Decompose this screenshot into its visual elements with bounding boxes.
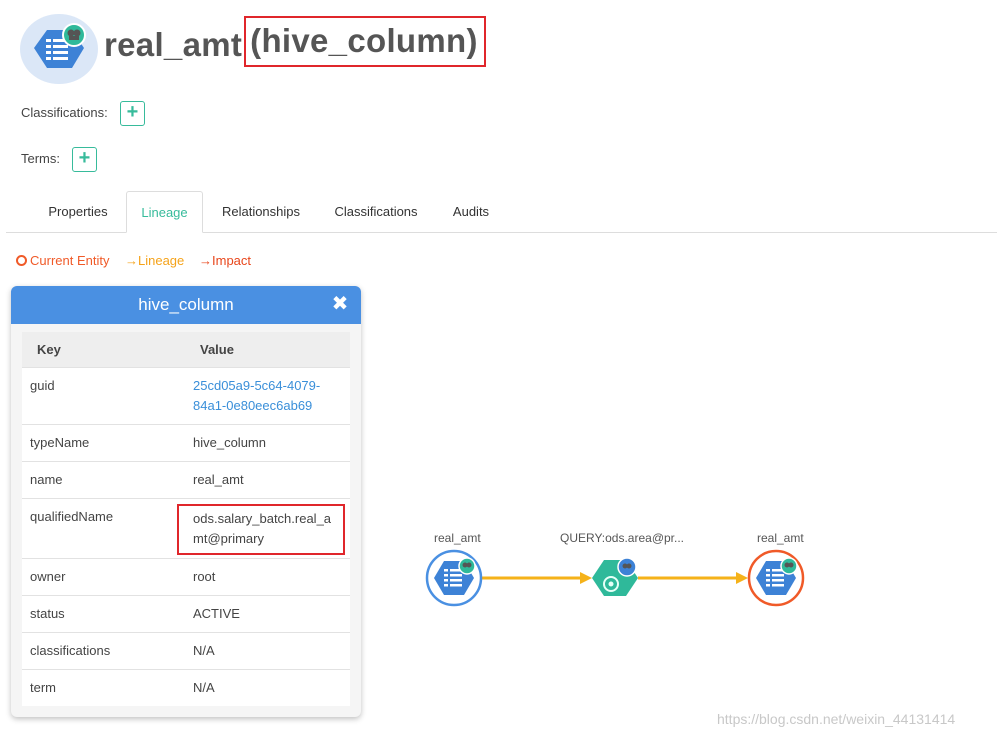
legend-lineage: →Lineage: [125, 253, 185, 268]
arrow-right-icon: →: [125, 253, 138, 268]
panel-title: hive_column: [11, 286, 361, 324]
lineage-node-current[interactable]: [747, 549, 805, 607]
table-row: status ACTIVE: [22, 594, 350, 632]
lineage-node-process[interactable]: [592, 557, 638, 596]
tab-audits[interactable]: Audits: [436, 191, 506, 233]
properties-table: Key Value guid 25cd05a9-5c64-4079- 84a1-0…: [22, 332, 350, 706]
watermark: https://blog.csdn.net/weixin_44131414: [717, 711, 956, 727]
circle-icon: [16, 255, 27, 266]
page-title: real_amt (hive_column): [104, 16, 486, 73]
tab-properties[interactable]: Properties: [30, 191, 126, 233]
arrow-right-icon: →: [199, 253, 212, 268]
terms-label: Terms:: [21, 151, 60, 166]
table-row: name real_amt: [22, 460, 350, 498]
column-header-value: Value: [185, 332, 350, 368]
lineage-edge: [482, 572, 592, 584]
lineage-node-label: QUERY:ods.area@pr...: [560, 531, 685, 545]
table-row: qualifiedName ods.salary_batch.real_a mt@…: [22, 497, 350, 558]
lineage-node-label: real_amt: [757, 531, 804, 545]
table-row: guid 25cd05a9-5c64-4079- 84a1-0e80eec6ab6…: [22, 366, 350, 424]
guid-link[interactable]: 25cd05a9-5c64-4079- 84a1-0e80eec6ab69: [193, 378, 320, 413]
close-icon[interactable]: ✖: [329, 292, 351, 316]
add-term-button[interactable]: +: [72, 147, 97, 172]
table-row: owner root: [22, 557, 350, 595]
lineage-node-source[interactable]: [425, 549, 483, 607]
entity-avatar: [20, 14, 98, 84]
entity-name: real_amt: [104, 26, 243, 64]
legend-current-entity: Current Entity: [16, 253, 109, 268]
table-entity-icon: [34, 23, 86, 68]
qualified-name-value: ods.salary_batch.real_a mt@primary: [177, 503, 345, 555]
classifications-label: Classifications:: [21, 105, 108, 120]
lineage-edge: [638, 572, 748, 584]
tab-relationships[interactable]: Relationships: [206, 191, 316, 233]
table-row: typeName hive_column: [22, 423, 350, 461]
tab-lineage[interactable]: Lineage: [126, 191, 203, 233]
entity-detail-panel: hive_column ✖ Key Value guid 25cd05a9-5c…: [11, 286, 361, 717]
table-row: classifications N/A: [22, 631, 350, 669]
table-row: term N/A: [22, 668, 350, 706]
lineage-node-label: real_amt: [434, 531, 481, 545]
entity-type: (hive_column): [244, 16, 486, 67]
add-classification-button[interactable]: +: [120, 101, 145, 126]
legend-impact: →Impact: [199, 253, 252, 268]
tab-classifications[interactable]: Classifications: [320, 191, 432, 233]
column-header-key: Key: [22, 332, 185, 368]
